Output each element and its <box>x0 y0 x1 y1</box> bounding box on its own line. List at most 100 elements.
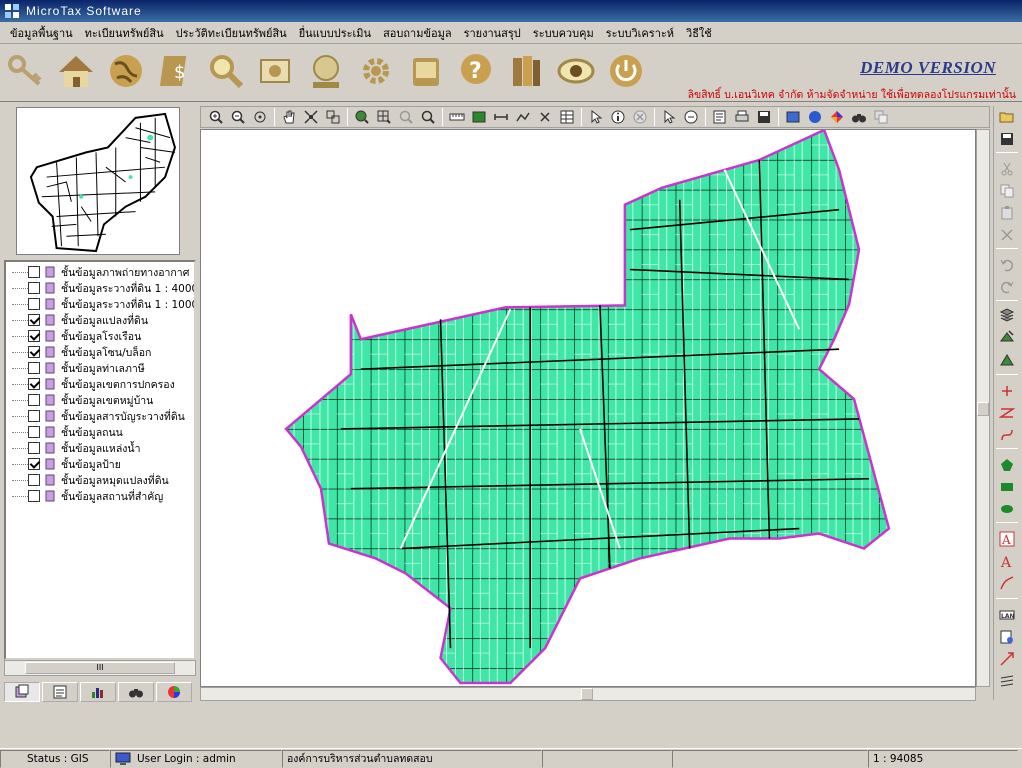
draw-polygon-button[interactable] <box>997 456 1017 474</box>
zoom-previous-button[interactable] <box>322 108 344 126</box>
text-button[interactable]: A <box>997 552 1017 570</box>
paste-button[interactable] <box>997 204 1017 222</box>
layer-row-map-sheet-4000[interactable]: ชั้นข้อมูลระวางที่ดิน 1 : 4000 <box>12 280 194 296</box>
text-box-button[interactable]: A <box>997 530 1017 548</box>
overview-map[interactable] <box>16 107 180 255</box>
theme-button[interactable] <box>826 108 848 126</box>
save-button[interactable] <box>997 130 1017 148</box>
layer-row-water[interactable]: ชั้นข้อมูลแหล่งน้ำ <box>12 440 140 456</box>
menu-help[interactable]: วิธีใช้ <box>680 24 718 42</box>
layer-row-building[interactable]: ชั้นข้อมูลโรงเรือน <box>12 328 141 344</box>
menu-file-assessment[interactable]: ยื่นแบบประเมิน <box>293 24 377 42</box>
print-button[interactable] <box>731 108 753 126</box>
table-button[interactable] <box>556 108 578 126</box>
edit-shape-button[interactable] <box>997 328 1017 346</box>
draw-ellipse-button[interactable] <box>997 500 1017 518</box>
attribute-button[interactable] <box>997 628 1017 646</box>
layer-checkbox[interactable] <box>28 298 40 310</box>
menu-summary-report[interactable]: รายงานสรุป <box>458 24 527 42</box>
land-button[interactable]: LAND <box>997 606 1017 624</box>
layer-row-zone-block[interactable]: ชั้นข้อมูลโซน/บล็อก <box>12 344 151 360</box>
full-extent-button[interactable] <box>300 108 322 126</box>
select-button[interactable] <box>585 108 607 126</box>
layer-list-scroll-thumb[interactable]: III <box>25 662 175 674</box>
layer-checkbox[interactable] <box>28 442 40 454</box>
clear-measure-button[interactable] <box>534 108 556 126</box>
database-button[interactable] <box>404 49 448 93</box>
map-vscroll-thumb[interactable] <box>977 402 989 416</box>
save-map-button[interactable] <box>753 108 775 126</box>
layer-row-sheet-index[interactable]: ชั้นข้อมูลสารบัญระวางที่ดิน <box>12 408 185 424</box>
zoom-out-button[interactable] <box>227 108 249 126</box>
draw-arrow-button[interactable] <box>997 650 1017 668</box>
help-button[interactable]: ? <box>454 49 498 93</box>
layer-checkbox[interactable] <box>28 362 40 374</box>
layer-list-scrollbar[interactable]: III <box>4 660 196 676</box>
tab-theme[interactable] <box>156 682 192 702</box>
distance-button[interactable] <box>490 108 512 126</box>
find-button[interactable] <box>848 108 870 126</box>
menu-query[interactable]: สอบถามข้อมูล <box>377 24 458 42</box>
delete-button[interactable] <box>997 226 1017 244</box>
map-canvas[interactable] <box>200 129 976 687</box>
money-document-button[interactable]: $ <box>154 49 198 93</box>
center-button[interactable] <box>249 108 271 126</box>
layer-checkbox[interactable] <box>28 394 40 406</box>
draw-line-button[interactable] <box>997 404 1017 422</box>
layer-checkbox[interactable] <box>28 346 40 358</box>
layer-row-road[interactable]: ชั้นข้อมูลถนน <box>12 424 123 440</box>
layer-checkbox[interactable] <box>28 410 40 422</box>
menu-registry-history[interactable]: ประวัติทะเบียนทรัพย์สิน <box>170 24 293 42</box>
layer-checkbox[interactable] <box>28 458 40 470</box>
clear-selection-button[interactable] <box>629 108 651 126</box>
map-horizontal-scrollbar[interactable] <box>200 687 976 701</box>
books-button[interactable] <box>504 49 548 93</box>
map-hscroll-thumb[interactable] <box>581 688 593 700</box>
layer-row-land-parcel[interactable]: ชั้นข้อมูลแปลงที่ดิน <box>12 312 148 328</box>
zoom-in-button[interactable] <box>205 108 227 126</box>
layer-row-map-sheet-1000[interactable]: ชั้นข้อมูลระวางที่ดิน 1 : 1000 <box>12 296 194 312</box>
layer-row-aerial[interactable]: ชั้นข้อมูลภาพถ่ายทางอากาศ <box>12 264 189 280</box>
layer-row-tax-location[interactable]: ชั้นข้อมูลท่าเลภาษี <box>12 360 145 376</box>
hatch-button[interactable] <box>997 672 1017 690</box>
tab-find[interactable] <box>118 682 154 702</box>
polyline-button[interactable] <box>512 108 534 126</box>
spline-text-button[interactable] <box>997 574 1017 592</box>
menu-basic-data[interactable]: ข้อมูลพื้นฐาน <box>4 24 79 42</box>
cut-button[interactable] <box>997 160 1017 178</box>
globe-button[interactable] <box>104 49 148 93</box>
search-button[interactable] <box>204 49 248 93</box>
undo-button[interactable] <box>997 256 1017 274</box>
globe-network-button[interactable] <box>304 49 348 93</box>
tab-properties[interactable] <box>42 682 78 702</box>
pan-button[interactable] <box>278 108 300 126</box>
sphere-button[interactable] <box>804 108 826 126</box>
tab-chart[interactable] <box>80 682 116 702</box>
layer-checkbox[interactable] <box>28 266 40 278</box>
menu-control-system[interactable]: ระบบควบคุม <box>527 24 600 42</box>
exit-button[interactable] <box>604 49 648 93</box>
identify-button[interactable] <box>658 108 680 126</box>
layer-checkbox[interactable] <box>28 314 40 326</box>
copy-button[interactable] <box>997 182 1017 200</box>
image-button[interactable] <box>782 108 804 126</box>
draw-rectangle-button[interactable] <box>997 478 1017 496</box>
layer-row-administrative[interactable]: ชั้นข้อมูลเขตการปกครอง <box>12 376 175 392</box>
house-button[interactable] <box>54 49 98 93</box>
map-zoom-globe-button[interactable] <box>351 108 373 126</box>
open-button[interactable] <box>997 108 1017 126</box>
layer-row-sign[interactable]: ชั้นข้อมูลป้าย <box>12 456 121 472</box>
map-vertical-scrollbar[interactable] <box>976 129 990 687</box>
zoom-disabled-1[interactable] <box>395 108 417 126</box>
measure-button[interactable] <box>446 108 468 126</box>
layer-checkbox[interactable] <box>28 474 40 486</box>
menu-analysis-system[interactable]: ระบบวิเคราะห์ <box>600 24 680 42</box>
select-info-button[interactable] <box>607 108 629 126</box>
layer-row-landmark[interactable]: ชั้นข้อมูลสถานที่สำคัญ <box>12 488 163 504</box>
layer-row-village[interactable]: ชั้นข้อมูลเขตหมู่บ้าน <box>12 392 153 408</box>
redo-button[interactable] <box>997 278 1017 296</box>
draw-curve-button[interactable] <box>997 426 1017 444</box>
area-button[interactable] <box>468 108 490 126</box>
key-button[interactable] <box>4 49 48 93</box>
layer-checkbox[interactable] <box>28 330 40 342</box>
